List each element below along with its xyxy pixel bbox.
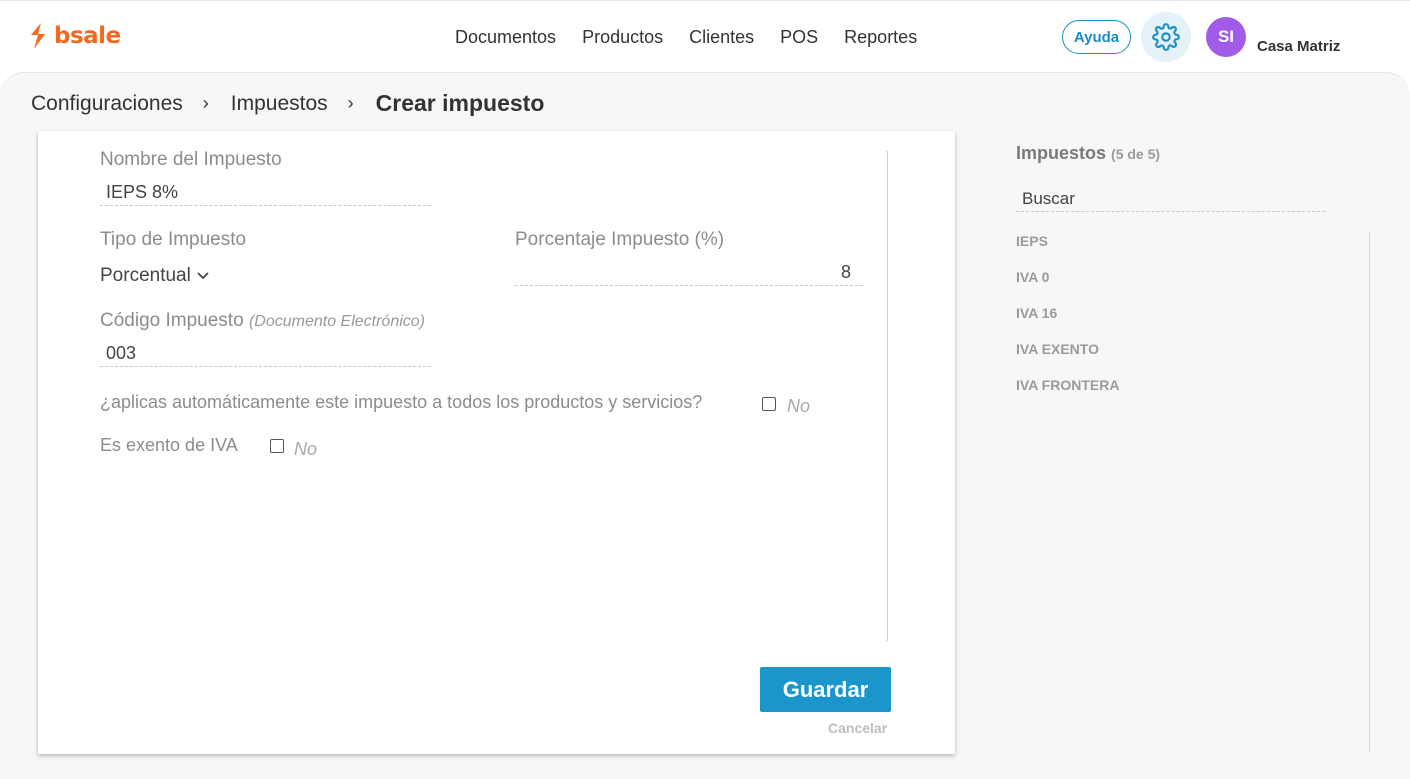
breadcrumb: Configuraciones › Impuestos › Crear impu… (31, 90, 544, 117)
page-title: Crear impuesto (375, 90, 545, 116)
cancel-link[interactable]: Cancelar (828, 720, 887, 736)
breadcrumb-impuestos[interactable]: Impuestos (231, 92, 328, 116)
user-avatar[interactable]: SI (1206, 17, 1246, 57)
tax-code-input[interactable] (100, 341, 431, 367)
chevron-right-icon: › (347, 93, 354, 113)
nav-item-productos[interactable]: Productos (582, 25, 663, 49)
auto-apply-state: No (787, 396, 811, 416)
nav-item-pos[interactable]: POS (780, 25, 818, 49)
nav-item-documentos[interactable]: Documentos (455, 25, 556, 49)
auto-apply-label: ¿aplicas automáticamente este impuesto a… (100, 392, 703, 412)
bsale-logo-icon (31, 23, 45, 49)
taxes-list-heading: Impuestos (1016, 143, 1107, 163)
save-button[interactable]: Guardar (760, 667, 891, 712)
nav-item-clientes[interactable]: Clientes (689, 25, 754, 49)
main-nav: Documentos Productos Clientes POS Report… (455, 25, 943, 49)
tax-name-input[interactable] (100, 180, 431, 206)
settings-button[interactable] (1141, 12, 1191, 62)
breadcrumb-configuraciones[interactable]: Configuraciones (31, 92, 183, 116)
tax-percent-label: Porcentaje Impuesto (%) (515, 229, 725, 250)
taxes-count: (5 de 5) (1111, 146, 1161, 162)
tax-code-label: Código Impuesto (100, 310, 244, 331)
tax-name-label: Nombre del Impuesto (100, 149, 282, 170)
sidebar-divider (1369, 232, 1370, 752)
exempt-checkbox[interactable] (270, 439, 284, 453)
tax-code-note: (Documento Electrónico) (248, 313, 426, 330)
taxes-search-input[interactable] (1016, 186, 1325, 212)
exempt-state: No (294, 439, 318, 459)
tax-list-item-iva-frontera[interactable]: IVA FRONTERA (1016, 376, 1119, 412)
tax-list-item-iva-exento[interactable]: IVA EXENTO (1016, 340, 1119, 376)
tax-type-value: Porcentual (100, 265, 191, 286)
branch-name[interactable]: Casa Matriz (1257, 38, 1340, 55)
tax-percent-input[interactable] (515, 260, 863, 286)
nav-item-reportes[interactable]: Reportes (844, 25, 917, 49)
logo-text: bsale (54, 23, 121, 49)
tax-list-item-ieps[interactable]: IEPS (1016, 232, 1119, 268)
auto-apply-checkbox[interactable] (762, 397, 776, 411)
tax-list-item-iva-16[interactable]: IVA 16 (1016, 304, 1119, 340)
tax-list-item-iva-0[interactable]: IVA 0 (1016, 268, 1119, 304)
help-button[interactable]: Ayuda (1062, 20, 1131, 54)
top-navigation-bar: bsale Documentos Productos Clientes POS … (0, 0, 1410, 72)
gear-icon (1152, 23, 1180, 51)
tax-type-select[interactable]: Porcentual (100, 265, 209, 287)
tax-type-label: Tipo de Impuesto (100, 229, 247, 250)
chevron-down-icon (197, 272, 209, 280)
tax-code-label-row: Código Impuesto (Documento Electrónico) (100, 310, 450, 332)
taxes-list-title: Impuestos (5 de 5) (1016, 143, 1160, 164)
chevron-right-icon: › (202, 93, 209, 113)
exempt-label: Es exento de IVA (100, 435, 238, 455)
bsale-logo[interactable]: bsale (28, 21, 121, 51)
taxes-list: IEPS IVA 0 IVA 16 IVA EXENTO IVA FRONTER… (1016, 232, 1119, 412)
card-divider (887, 151, 888, 641)
